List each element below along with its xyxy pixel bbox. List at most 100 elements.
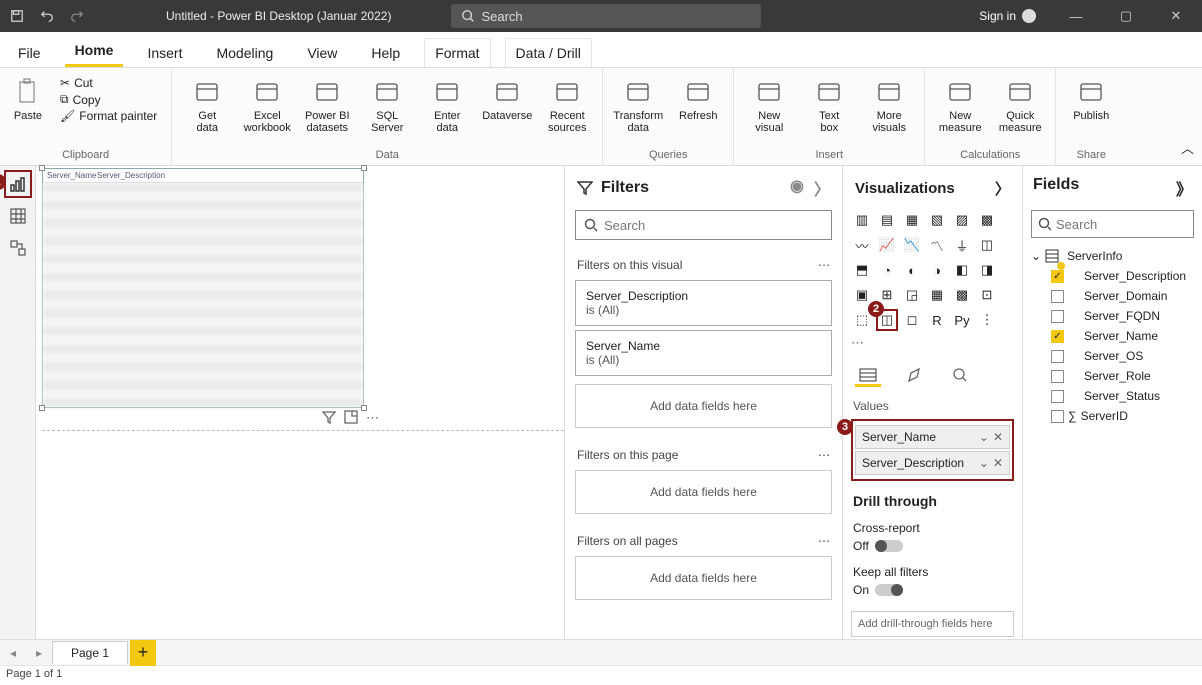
cut-button[interactable]: ✂Cut (60, 76, 157, 90)
menu-insert[interactable]: Insert (137, 39, 192, 67)
data-btn-4[interactable]: Enterdata (420, 72, 474, 138)
viz-type-16[interactable]: ◧ (951, 259, 973, 281)
filter-icon[interactable] (322, 410, 336, 426)
analytics-tab[interactable] (947, 365, 973, 387)
viz-type-21[interactable]: ▦ (926, 284, 948, 306)
query-btn-1[interactable]: Refresh (671, 72, 725, 126)
calc-btn-1[interactable]: Quickmeasure (993, 72, 1047, 138)
format-tab[interactable] (901, 365, 927, 387)
sign-in[interactable]: Sign in (979, 9, 1036, 23)
redo-icon[interactable] (68, 7, 86, 25)
data-btn-5[interactable]: Dataverse (480, 72, 534, 126)
viz-type-0[interactable]: ▥ (851, 209, 873, 231)
query-btn-0[interactable]: Transformdata (611, 72, 665, 138)
viz-type-15[interactable]: ◑ (926, 259, 948, 281)
insert-btn-1[interactable]: Textbox (802, 72, 856, 138)
table-visual[interactable]: Server_Name Server_Description (42, 168, 364, 408)
field-checkbox[interactable] (1051, 270, 1064, 283)
viz-type-3[interactable]: ▧ (926, 209, 948, 231)
field-checkbox[interactable] (1051, 310, 1064, 323)
collapse-pane-icon[interactable]: 〉 (814, 176, 830, 200)
viz-type-10[interactable]: ⏚ (951, 234, 973, 256)
page-tab[interactable]: Page 1 (52, 641, 128, 664)
menu-data-drill[interactable]: Data / Drill (505, 38, 592, 67)
chevron-down-icon[interactable]: ⌄ (979, 430, 989, 444)
field-checkbox[interactable] (1051, 370, 1064, 383)
more-icon[interactable]: ⋯ (818, 534, 830, 548)
viz-type-9[interactable]: 〽 (926, 234, 948, 256)
maximize-button[interactable]: ▢ (1104, 0, 1148, 32)
menu-file[interactable]: File (8, 39, 51, 67)
menu-view[interactable]: View (297, 39, 347, 67)
share-btn-0[interactable]: Publish (1064, 72, 1118, 126)
menu-modeling[interactable]: Modeling (206, 39, 283, 67)
well-server-name[interactable]: Server_Name⌄✕ (855, 425, 1010, 449)
field-checkbox[interactable] (1051, 330, 1064, 343)
viz-type-7[interactable]: 📈 (876, 234, 898, 256)
values-well[interactable]: Server_Name⌄✕ Server_Description⌄✕ (851, 419, 1014, 481)
viz-type-26[interactable]: ◻ (901, 309, 923, 331)
cross-report-toggle[interactable] (875, 540, 903, 552)
data-btn-2[interactable]: Power BIdatasets (300, 72, 354, 138)
copy-button[interactable]: ⧉Copy (60, 92, 157, 107)
viz-type-22[interactable]: ▩ (951, 284, 973, 306)
keep-filters-toggle[interactable] (875, 584, 903, 596)
minimize-button[interactable]: — (1054, 0, 1098, 32)
menu-format[interactable]: Format (424, 38, 490, 67)
viz-type-25[interactable]: ◫2 (876, 309, 898, 331)
more-viz-icon[interactable]: ⋯ (851, 335, 1014, 351)
viz-type-28[interactable]: Py (951, 309, 973, 331)
menu-home[interactable]: Home (65, 36, 124, 67)
add-page-button[interactable]: + (130, 640, 156, 666)
add-filter-all[interactable]: Add data fields here (575, 556, 832, 600)
filters-search[interactable]: Search (575, 210, 832, 240)
data-btn-3[interactable]: SQLServer (360, 72, 414, 138)
filter-card-0[interactable]: Server_Descriptionis (All) (575, 280, 832, 326)
viz-type-6[interactable]: 〰 (851, 234, 873, 256)
well-server-description[interactable]: Server_Description⌄✕ (855, 451, 1010, 475)
viz-type-13[interactable]: ◔ (876, 259, 898, 281)
data-btn-0[interactable]: Getdata (180, 72, 234, 138)
more-icon[interactable]: ⋯ (818, 448, 830, 462)
report-view-button[interactable] (4, 170, 32, 198)
more-icon[interactable]: ⋯ (818, 258, 830, 272)
viz-type-1[interactable]: ▤ (876, 209, 898, 231)
paste-button[interactable]: Paste (8, 72, 48, 126)
field-Server_Name[interactable]: Server_Name (1031, 326, 1194, 346)
format-painter-button[interactable]: 🖌Format painter (60, 109, 157, 123)
collapse-pane-icon[interactable]: 〉 (995, 178, 1010, 199)
remove-icon[interactable]: ✕ (993, 456, 1003, 470)
report-canvas[interactable]: Server_Name Server_Description ⋯ (36, 166, 564, 639)
collapse-ribbon-icon[interactable]: ︿ (1181, 138, 1194, 157)
add-filter-page[interactable]: Add data fields here (575, 470, 832, 514)
insert-btn-2[interactable]: Morevisuals (862, 72, 916, 138)
data-view-button[interactable] (4, 202, 32, 230)
eye-icon[interactable]: ◉ (790, 176, 804, 200)
field-checkbox[interactable] (1051, 350, 1064, 363)
data-btn-6[interactable]: Recentsources (540, 72, 594, 138)
prev-page-button[interactable]: ◂ (0, 646, 26, 660)
fields-tab[interactable] (855, 365, 881, 387)
collapse-pane-icon[interactable]: 》 (1176, 176, 1192, 200)
fields-search[interactable]: Search (1031, 210, 1194, 238)
next-page-button[interactable]: ▸ (26, 646, 52, 660)
viz-type-29[interactable]: ⋮ (976, 309, 998, 331)
field-checkbox[interactable] (1051, 290, 1064, 303)
save-icon[interactable] (8, 7, 26, 25)
model-view-button[interactable] (4, 234, 32, 262)
viz-type-20[interactable]: ◲ (901, 284, 923, 306)
viz-type-14[interactable]: ◐ (901, 259, 923, 281)
field-ServerID[interactable]: ∑ServerID (1031, 406, 1194, 426)
global-search[interactable]: Search (451, 4, 761, 28)
filter-card-1[interactable]: Server_Nameis (All) (575, 330, 832, 376)
table-serverinfo[interactable]: ⌄ ServerInfo (1031, 246, 1194, 266)
viz-type-27[interactable]: R (926, 309, 948, 331)
viz-type-8[interactable]: 📉 (901, 234, 923, 256)
field-Server_Role[interactable]: Server_Role (1031, 366, 1194, 386)
viz-type-4[interactable]: ▨ (951, 209, 973, 231)
viz-type-17[interactable]: ◨ (976, 259, 998, 281)
add-filter-visual[interactable]: Add data fields here (575, 384, 832, 428)
viz-type-23[interactable]: ⊡ (976, 284, 998, 306)
focus-mode-icon[interactable] (344, 410, 358, 426)
undo-icon[interactable] (38, 7, 56, 25)
